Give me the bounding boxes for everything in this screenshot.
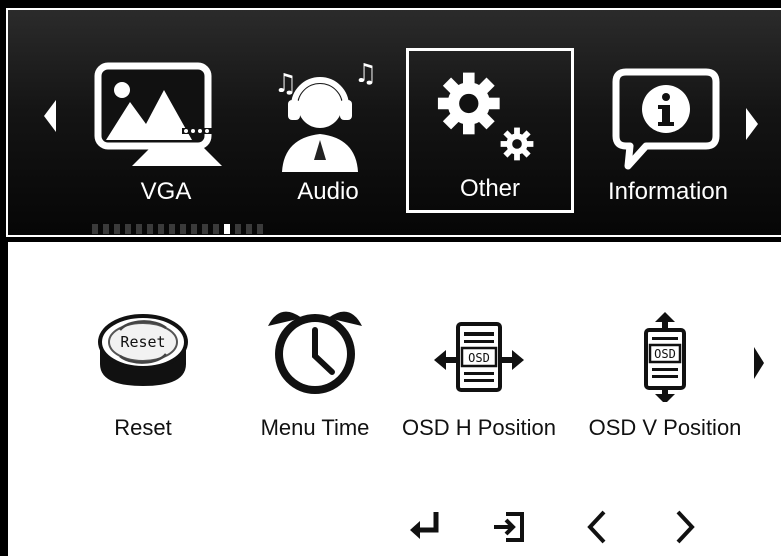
submenu-item-label: OSD V Position xyxy=(588,415,742,440)
submenu-item-reset[interactable]: Reset Reset xyxy=(68,302,218,442)
page-dot xyxy=(114,224,120,234)
left-key[interactable] xyxy=(578,506,618,546)
page-dot xyxy=(125,224,131,234)
page-dot xyxy=(224,224,230,234)
page-dot xyxy=(180,224,186,234)
osd-vertical-position-icon: OSD xyxy=(644,312,686,402)
page-dot xyxy=(191,224,197,234)
picture-monitor-icon xyxy=(94,62,222,166)
info-speech-bubble-icon xyxy=(612,68,720,170)
submenu-item-label: OSD H Position xyxy=(401,415,557,440)
osd-horizontal-position-icon: OSD xyxy=(434,322,524,392)
page-dot xyxy=(92,224,98,234)
page-dot xyxy=(158,224,164,234)
alarm-clock-icon xyxy=(268,311,362,394)
svg-text:OSD: OSD xyxy=(468,351,490,365)
svg-text:♫: ♫ xyxy=(274,69,297,99)
page-dot xyxy=(246,224,252,234)
reset-button-icon: Reset xyxy=(98,314,188,386)
page-dot xyxy=(169,224,175,234)
tab-information[interactable]: Information xyxy=(584,48,752,213)
key-hints xyxy=(8,506,781,546)
page-dot xyxy=(235,224,241,234)
tab-audio[interactable]: ♫ ♫ Audio xyxy=(244,48,412,213)
page-dot xyxy=(202,224,208,234)
page-dot xyxy=(257,224,263,234)
page-indicator xyxy=(92,222,312,236)
exit-icon xyxy=(494,512,524,542)
enter-key[interactable] xyxy=(406,506,446,546)
chevron-left-icon xyxy=(587,510,606,544)
page-dot xyxy=(136,224,142,234)
submenu-item-label: Menu Time xyxy=(260,415,370,440)
gears-icon xyxy=(437,72,534,161)
headphones-person-icon: ♫ ♫ xyxy=(274,62,377,172)
submenu-panel: Reset Reset Menu Time OSD OSD H Position… xyxy=(6,242,781,556)
svg-text:Reset: Reset xyxy=(120,333,165,351)
exit-key[interactable] xyxy=(490,506,530,546)
scroll-left-arrow-icon[interactable] xyxy=(44,100,56,132)
osd-menu: VGA ♫ ♫ Audio Other Information Reset Re… xyxy=(0,0,781,556)
tab-label: VGA xyxy=(140,178,192,205)
tab-label: Audio xyxy=(297,178,359,205)
svg-text:OSD: OSD xyxy=(654,347,676,361)
submenu-item-osd-h-position[interactable]: OSD OSD H Position xyxy=(402,302,556,442)
tab-other[interactable]: Other xyxy=(406,48,574,213)
chevron-right-icon xyxy=(676,510,695,544)
submenu-item-osd-v-position[interactable]: OSD OSD V Position xyxy=(589,302,741,442)
enter-arrow-icon xyxy=(410,512,439,539)
page-dot xyxy=(147,224,153,234)
submenu-scroll-right-arrow-icon[interactable] xyxy=(754,347,764,379)
page-dot xyxy=(103,224,109,234)
submenu-item-menu-time[interactable]: Menu Time xyxy=(240,302,390,442)
tab-label: Other xyxy=(459,175,521,202)
tab-vga[interactable]: VGA xyxy=(82,48,250,213)
right-key[interactable] xyxy=(664,506,704,546)
scroll-right-arrow-icon[interactable] xyxy=(746,108,758,140)
page-dot xyxy=(213,224,219,234)
main-menu-bar: VGA ♫ ♫ Audio Other Information xyxy=(6,8,781,237)
tab-label: Information xyxy=(607,178,729,205)
submenu-item-label: Reset xyxy=(114,415,172,440)
svg-text:♫: ♫ xyxy=(354,62,377,89)
